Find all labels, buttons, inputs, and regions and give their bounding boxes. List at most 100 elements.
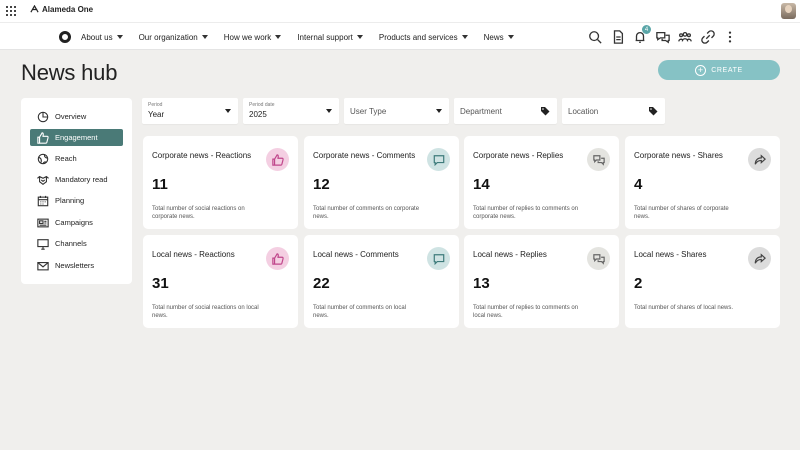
- top-bar: Alameda One: [0, 0, 800, 22]
- period-value: Year: [148, 110, 165, 119]
- chevron-down-icon: [225, 109, 231, 113]
- period-select[interactable]: Period Year: [142, 98, 238, 124]
- user-avatar[interactable]: [781, 3, 796, 19]
- card-value: 12: [313, 176, 330, 193]
- card-description: Total number of comments on corporate ne…: [313, 206, 420, 220]
- chevron-down-icon: [326, 109, 332, 113]
- home-logo-icon[interactable]: [59, 31, 71, 43]
- sidebar-item-overview[interactable]: Overview: [30, 108, 123, 125]
- chevron-down-icon: [356, 35, 363, 39]
- card-description: Total number of social reactions on loca…: [152, 305, 259, 319]
- sidebar-item-label: Planning: [55, 196, 85, 205]
- replies-icon: [587, 148, 610, 171]
- notification-badge: 4: [642, 25, 651, 34]
- nav-item-label: How we work: [223, 32, 272, 42]
- card-corporate-reactions: Corporate news - Reactions 11 Total numb…: [143, 136, 298, 229]
- card-description: Total number of replies to comments on l…: [473, 305, 579, 319]
- sidebar-item-reach[interactable]: Reach: [30, 150, 123, 167]
- period-date-label: Period date: [249, 102, 275, 108]
- department-placeholder: Department: [460, 107, 502, 116]
- nav-item-internal-support[interactable]: Internal support: [297, 33, 363, 42]
- tag-icon: [649, 107, 658, 116]
- nav-item-label: News: [483, 32, 504, 42]
- comment-icon: [427, 247, 450, 270]
- thumbs-up-icon: [266, 247, 289, 270]
- nav-item-products-and-services[interactable]: Products and services: [379, 33, 468, 42]
- sidebar-item-campaigns[interactable]: Campaigns: [30, 214, 123, 231]
- brand-logo[interactable]: Alameda One: [30, 5, 93, 14]
- campaign-icon: [37, 218, 49, 227]
- card-value: 31: [152, 275, 169, 292]
- sidebar-item-label: Campaigns: [55, 218, 93, 227]
- search-icon[interactable]: [586, 28, 604, 46]
- card-corporate-replies: Corporate news - Replies 14 Total number…: [464, 136, 619, 229]
- share-icon: [748, 148, 771, 171]
- handshake-icon: [37, 175, 49, 185]
- nav-item-news[interactable]: News: [484, 33, 514, 42]
- card-value: 14: [473, 176, 490, 193]
- mail-icon: [37, 261, 49, 270]
- card-value: 13: [473, 275, 490, 292]
- sidebar-item-label: Channels: [55, 239, 87, 248]
- create-button-label: CREATE: [711, 66, 743, 74]
- location-filter[interactable]: Location: [562, 98, 665, 124]
- card-corporate-comments: Corporate news - Comments 12 Total numbe…: [304, 136, 459, 229]
- period-date-select[interactable]: Period date 2025: [243, 98, 339, 124]
- sidebar: Overview Engagement Reach Mandatory read…: [21, 98, 132, 284]
- chevron-down-icon: [116, 35, 123, 39]
- monitor-icon: [37, 238, 49, 250]
- more-icon[interactable]: [721, 28, 739, 46]
- chevron-down-icon: [461, 35, 468, 39]
- card-description: Total number of social reactions on corp…: [152, 206, 245, 220]
- people-icon[interactable]: [676, 28, 694, 46]
- sidebar-item-engagement[interactable]: Engagement: [30, 129, 123, 146]
- bell-icon[interactable]: 4: [631, 25, 651, 46]
- thumbs-up-icon: [37, 131, 49, 144]
- sidebar-item-newsletters[interactable]: Newsletters: [30, 257, 123, 274]
- department-filter[interactable]: Department: [454, 98, 557, 124]
- nav-item-about-us[interactable]: About us: [81, 33, 123, 42]
- card-title: Local news - Shares: [634, 250, 707, 259]
- nav-item-label: Internal support: [297, 32, 353, 42]
- main-nav: About us Our organization How we work In…: [0, 22, 800, 50]
- nav-item-our-organization[interactable]: Our organization: [139, 33, 208, 42]
- app-launcher-icon[interactable]: [6, 6, 16, 16]
- card-corporate-shares: Corporate news - Shares 4 Total number o…: [625, 136, 780, 229]
- nav-item-how-we-work[interactable]: How we work: [224, 33, 282, 42]
- page-title: News hub: [21, 60, 118, 85]
- link-icon[interactable]: [699, 28, 717, 46]
- chevron-down-icon: [507, 35, 514, 39]
- sidebar-item-label: Overview: [55, 112, 87, 121]
- chat-icon[interactable]: [654, 28, 672, 46]
- pie-chart-icon: [37, 111, 49, 122]
- card-description: Total number of shares of local news.: [634, 305, 734, 311]
- brand-name: Alameda One: [42, 5, 94, 14]
- chevron-down-icon: [436, 109, 442, 113]
- card-local-reactions: Local news - Reactions 31 Total number o…: [143, 235, 298, 328]
- user-type-select[interactable]: User Type: [344, 98, 449, 124]
- document-icon[interactable]: [609, 28, 627, 46]
- sidebar-item-channels[interactable]: Channels: [30, 235, 123, 252]
- sidebar-item-mandatory-read[interactable]: Mandatory read: [30, 171, 123, 188]
- card-title: Corporate news - Reactions: [152, 151, 252, 160]
- comment-icon: [427, 148, 450, 171]
- card-title: Local news - Replies: [473, 250, 547, 259]
- card-local-shares: Local news - Shares 2 Total number of sh…: [625, 235, 780, 328]
- period-date-value: 2025: [249, 110, 267, 119]
- card-description: Total number of replies to comments on c…: [473, 206, 579, 220]
- sidebar-item-label: Mandatory read: [55, 175, 108, 184]
- card-value: 4: [634, 176, 643, 193]
- sidebar-item-label: Reach: [55, 154, 77, 163]
- replies-icon: [587, 247, 610, 270]
- chevron-down-icon: [275, 35, 282, 39]
- card-value: 11: [152, 176, 168, 193]
- card-title: Corporate news - Replies: [473, 151, 564, 160]
- sidebar-item-planning[interactable]: Planning: [30, 192, 123, 209]
- create-button[interactable]: + CREATE: [658, 60, 780, 80]
- chevron-down-icon: [201, 35, 208, 39]
- nav-item-label: Our organization: [138, 32, 198, 42]
- card-value: 2: [634, 275, 643, 292]
- card-title: Corporate news - Shares: [634, 151, 723, 160]
- card-local-replies: Local news - Replies 13 Total number of …: [464, 235, 619, 328]
- location-placeholder: Location: [568, 107, 599, 116]
